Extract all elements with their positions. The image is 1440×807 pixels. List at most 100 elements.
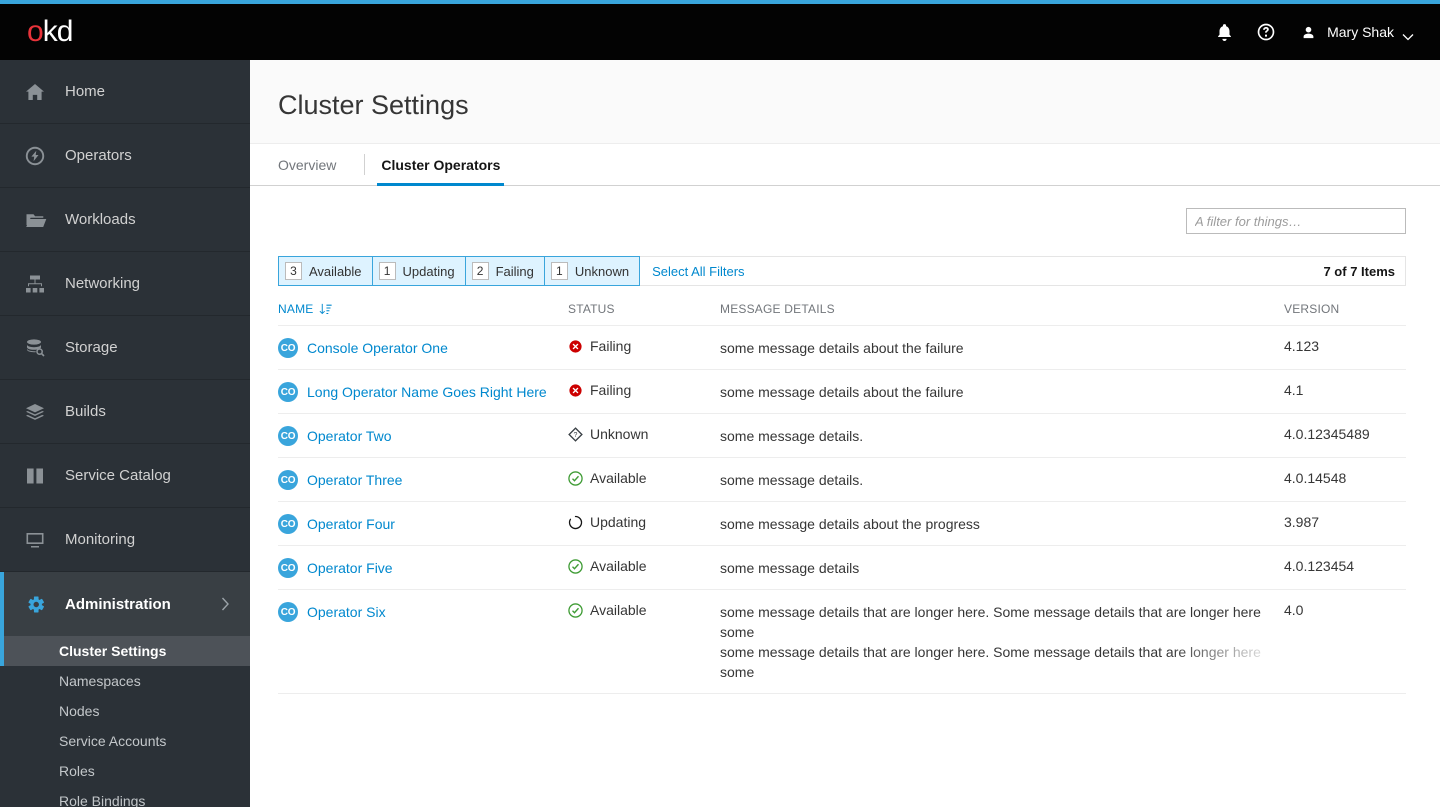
spinner-icon [568,515,583,530]
chip-label: Updating [402,263,455,279]
operator-link[interactable]: Operator Two [307,428,392,444]
status-filter-chips: 3 Available 1 Updating 2 Failing 1 Unkno… [278,256,641,286]
sidebar-item-nodes[interactable]: Nodes [0,696,250,726]
sidebar-nav: Home Operators Workloads Networking Stor [0,60,250,807]
chip-label: Available [309,263,362,279]
sidebar-item-service-accounts[interactable]: Service Accounts [0,726,250,756]
operator-link[interactable]: Operator Five [307,560,393,576]
operator-name-cell: CO Operator Four [278,514,568,534]
sidebar-item-label: Monitoring [65,531,136,548]
user-name-label: Mary Shak [1327,24,1394,40]
message-line-1: some message details that are longer her… [720,604,1261,640]
sidebar-item-monitoring[interactable]: Monitoring [0,508,250,572]
database-search-icon [25,338,51,358]
select-all-filters-link[interactable]: Select All Filters [652,264,744,279]
column-header-message-details[interactable]: MESSAGE DETAILS [720,302,1284,316]
sidebar-item-service-catalog[interactable]: Service Catalog [0,444,250,508]
filter-toolbar: 3 Available 1 Updating 2 Failing 1 Unkno… [278,256,1406,286]
sidebar-item-namespaces[interactable]: Namespaces [0,666,250,696]
table-row[interactable]: CO Operator Three Available some message… [278,458,1406,502]
page-header: Cluster Settings [250,60,1440,144]
status-label: Unknown [590,426,649,442]
status-label: Available [590,470,647,486]
filter-chip-unknown[interactable]: 1 Unknown [543,256,641,286]
operator-name-cell: CO Operator Five [278,558,568,578]
administration-subnav: Cluster Settings Namespaces Nodes Servic… [0,636,250,807]
user-menu[interactable]: Mary Shak [1297,21,1414,43]
operator-link[interactable]: Operator Three [307,472,402,488]
tab-bar: Overview Cluster Operators [250,144,1440,186]
search-input[interactable] [1186,208,1406,234]
operator-link[interactable]: Long Operator Name Goes Right Here [307,384,547,400]
message-line-2: some message details that are longer her… [720,644,1261,680]
chip-count: 1 [550,262,568,280]
operator-link[interactable]: Operator Six [307,604,386,620]
sidebar-item-operators[interactable]: Operators [0,124,250,188]
table-row[interactable]: CO Operator Six Available some message d… [278,590,1406,694]
main-content: Cluster Settings Overview Cluster Operat… [250,60,1440,807]
table-row[interactable]: CO Long Operator Name Goes Right Here Fa… [278,370,1406,414]
column-header-status[interactable]: STATUS [568,302,720,316]
table-row[interactable]: CO Operator Two ? Unknown some message d… [278,414,1406,458]
item-count-label: 7 of 7 Items [1323,263,1395,279]
bell-icon[interactable] [1213,21,1235,43]
table-row[interactable]: CO Operator Five Available some message … [278,546,1406,590]
operator-status-cell: Available [568,470,720,486]
avatar-icon [1297,21,1319,43]
sidebar-item-administration[interactable]: Administration [0,572,250,636]
sidebar-item-label: Networking [65,275,141,292]
co-badge-icon: CO [278,558,298,578]
sidebar-item-roles[interactable]: Roles [0,756,250,786]
message-details-cell: some message details. [720,428,864,444]
status-label: Available [590,558,647,574]
sidebar-item-home[interactable]: Home [0,60,250,124]
operator-name-cell: CO Operator Six [278,602,568,622]
sidebar-item-label: Workloads [65,211,136,228]
chevron-right-icon [221,597,230,611]
sidebar-item-label: Builds [65,403,106,420]
brand-logo[interactable]: okd [0,17,250,47]
status-label: Available [590,602,647,618]
masthead: okd Mary Shak [0,4,1440,60]
version-cell: 4.0 [1284,602,1304,618]
tab-label: Overview [278,156,337,173]
sidebar-item-storage[interactable]: Storage [0,316,250,380]
operator-status-cell: Available [568,602,720,618]
home-icon [25,82,51,102]
logo-text: okd [27,17,73,47]
sitemap-icon [25,274,51,294]
tab-cluster-operators[interactable]: Cluster Operators [365,144,516,186]
operator-name-cell: CO Operator Two [278,426,568,446]
sidebar-item-builds[interactable]: Builds [0,380,250,444]
column-header-name[interactable]: NAME [278,302,568,316]
table-row[interactable]: CO Console Operator One Failing some mes… [278,326,1406,370]
tab-overview[interactable]: Overview [278,144,364,185]
monitor-icon [25,530,51,550]
message-details-cell: some message details about the failure [720,340,964,356]
version-cell: 3.987 [1284,514,1320,530]
operator-link[interactable]: Operator Four [307,516,395,532]
filter-row [250,186,1440,234]
filter-chip-updating[interactable]: 1 Updating [371,256,465,286]
masthead-actions: Mary Shak [1213,21,1422,43]
filter-chip-available[interactable]: 3 Available [278,256,372,286]
check-circle-icon [568,470,583,486]
folder-open-icon [25,210,51,230]
check-circle-icon [568,558,583,574]
book-open-icon [25,466,51,486]
filter-chip-failing[interactable]: 2 Failing [464,256,544,286]
sidebar-item-workloads[interactable]: Workloads [0,188,250,252]
error-circle-icon [568,382,583,398]
sidebar-item-role-bindings[interactable]: Role Bindings [0,786,250,807]
chip-count: 2 [471,262,489,280]
message-details-cell: some message details [720,560,860,576]
sidebar-item-networking[interactable]: Networking [0,252,250,316]
operator-link[interactable]: Console Operator One [307,340,448,356]
table-row[interactable]: CO Operator Four Updating some message d… [278,502,1406,546]
subnav-item-label: Nodes [59,703,100,719]
version-cell: 4.0.123454 [1284,558,1355,574]
column-header-version[interactable]: VERSION [1284,302,1406,316]
check-circle-icon [568,602,583,618]
help-circle-icon[interactable] [1255,21,1277,43]
sidebar-item-cluster-settings[interactable]: Cluster Settings [0,636,250,666]
